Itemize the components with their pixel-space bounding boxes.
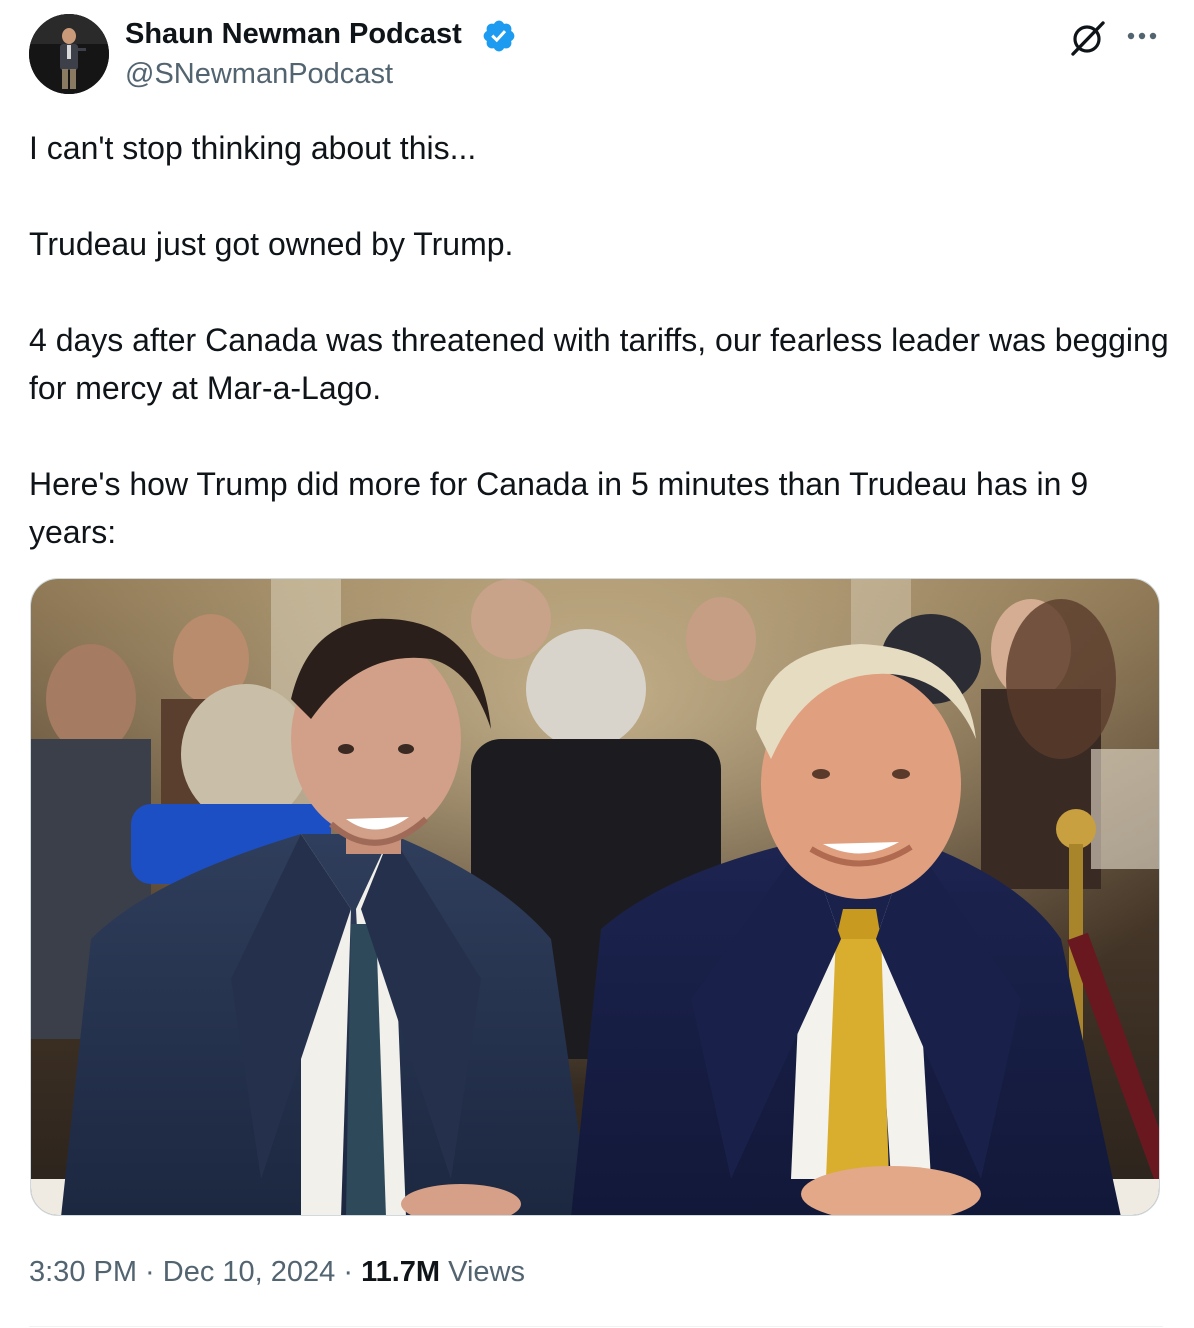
tweet-article: Shaun Newman Podcast @SNewmanPodcast I c… (0, 0, 1194, 1328)
views-label: Views (448, 1256, 525, 1288)
tweet-time: 3:30 PM (29, 1256, 137, 1288)
divider (29, 1326, 1163, 1327)
author-handle[interactable]: @SNewmanPodcast (125, 56, 393, 92)
author-name[interactable]: Shaun Newman Podcast (125, 16, 462, 52)
tweet-text: I can't stop thinking about this... Trud… (29, 124, 1169, 556)
tweet-photo[interactable] (30, 578, 1160, 1216)
tweet-meta: 3:30 PM · Dec 10, 2024 · 11.7M Views (29, 1252, 525, 1292)
meta-separator: · (335, 1256, 362, 1288)
views-count: 11.7M (361, 1256, 441, 1288)
tweet-timestamp[interactable]: 3:30 PM · Dec 10, 2024 (29, 1256, 335, 1288)
meta-separator: · (137, 1256, 163, 1288)
more-options-icon[interactable] (1122, 20, 1162, 52)
avatar[interactable] (29, 14, 109, 94)
tweet-paragraph: I can't stop thinking about this... (29, 130, 477, 166)
grok-icon[interactable] (1068, 18, 1108, 58)
tweet-date: Dec 10, 2024 (162, 1256, 336, 1288)
tweet-paragraph: Here's how Trump did more for Canada in … (29, 466, 1089, 550)
tweet-paragraph: Trudeau just got owned by Trump. (29, 226, 514, 262)
tweet-paragraph: 4 days after Canada was threatened with … (29, 322, 1169, 406)
avatar-image (29, 14, 109, 94)
verified-badge-icon (481, 18, 517, 54)
photo-image (31, 579, 1159, 1215)
